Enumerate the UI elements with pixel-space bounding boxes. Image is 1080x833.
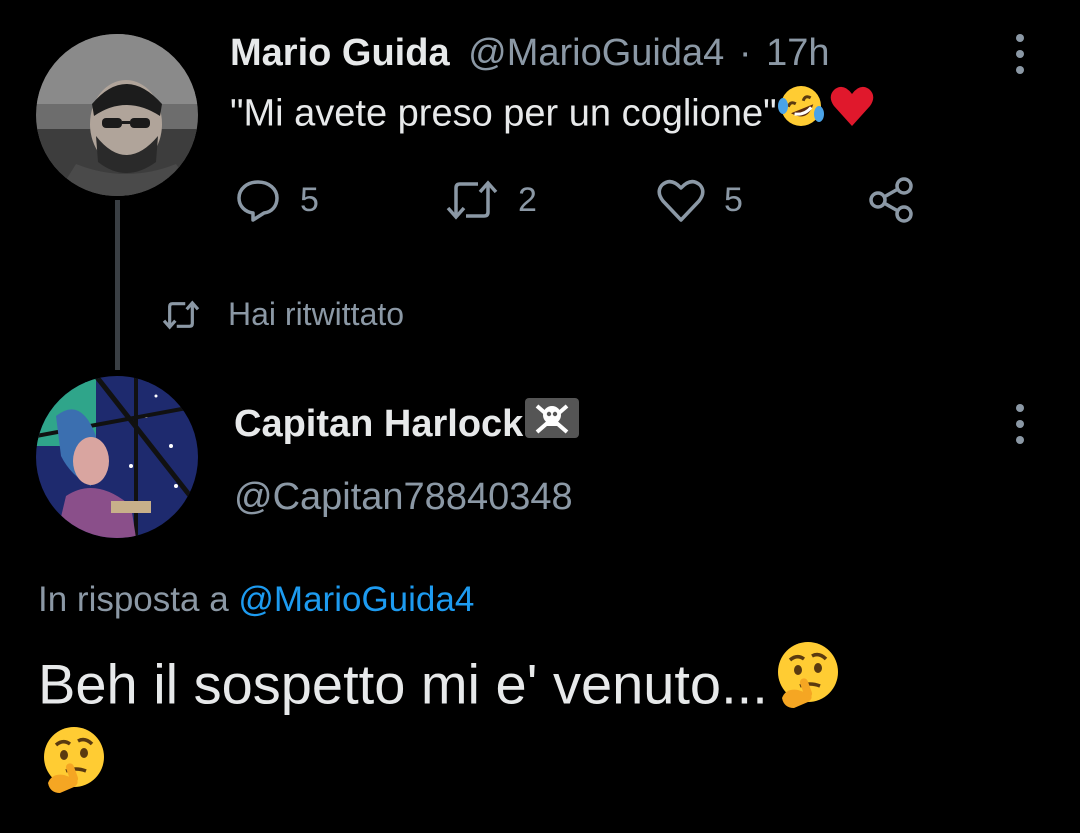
reply-context: In risposta a @MarioGuida4 — [38, 578, 474, 622]
share-button[interactable] — [866, 176, 916, 224]
retweet-notice: Hai ritwittato — [160, 296, 404, 333]
reply-prefix: In risposta a — [38, 580, 229, 619]
retweet-count: 2 — [518, 180, 537, 219]
avatar-capitan-harlock[interactable] — [36, 376, 198, 538]
tweet-text: Beh il sospetto mi e' venuto... — [38, 652, 768, 716]
like-count: 5 — [724, 180, 743, 219]
retweet-notice-icon — [162, 300, 200, 329]
tweet1-header: Mario Guida @MarioGuida4 · 17h — [230, 30, 829, 76]
retweet-notice-label: Hai ritwittato — [228, 296, 405, 332]
retweet-button[interactable]: 2 — [444, 176, 537, 224]
reply-mention-link[interactable]: @MarioGuida4 — [238, 580, 474, 619]
separator: · — [738, 32, 752, 74]
timestamp[interactable]: 17h — [766, 32, 829, 74]
share-icon — [869, 177, 913, 223]
reply-count: 5 — [300, 180, 319, 219]
retweet-icon — [446, 180, 498, 220]
like-button[interactable]: 5 — [656, 176, 743, 224]
thinking-face-icon — [38, 727, 112, 814]
rolling-on-floor-laughing-icon — [777, 86, 825, 143]
tweet2-name-row: Capitan Harlock — [234, 398, 580, 450]
avatar-mario-guida[interactable] — [36, 34, 198, 196]
tweet1-text: "Mi avete preso per un coglione" — [230, 86, 875, 143]
more-options-icon[interactable] — [1015, 404, 1025, 444]
reply-button[interactable]: 5 — [234, 176, 319, 224]
thread-connector-line — [115, 200, 120, 370]
tweet-text: "Mi avete preso per un coglione" — [230, 92, 777, 135]
skull-and-crossbones-icon — [525, 398, 580, 450]
reply-icon — [237, 180, 279, 222]
display-name[interactable]: Capitan Harlock — [234, 400, 523, 448]
red-heart-icon — [825, 86, 875, 141]
handle[interactable]: @MarioGuida4 — [468, 32, 724, 74]
more-options-icon[interactable] — [1015, 34, 1025, 74]
thinking-face-icon — [768, 642, 846, 729]
tweet2-text: Beh il sospetto mi e' venuto... — [38, 642, 1038, 814]
display-name[interactable]: Mario Guida — [230, 32, 450, 74]
heart-icon — [657, 179, 705, 222]
handle[interactable]: @Capitan78840348 — [234, 474, 573, 520]
